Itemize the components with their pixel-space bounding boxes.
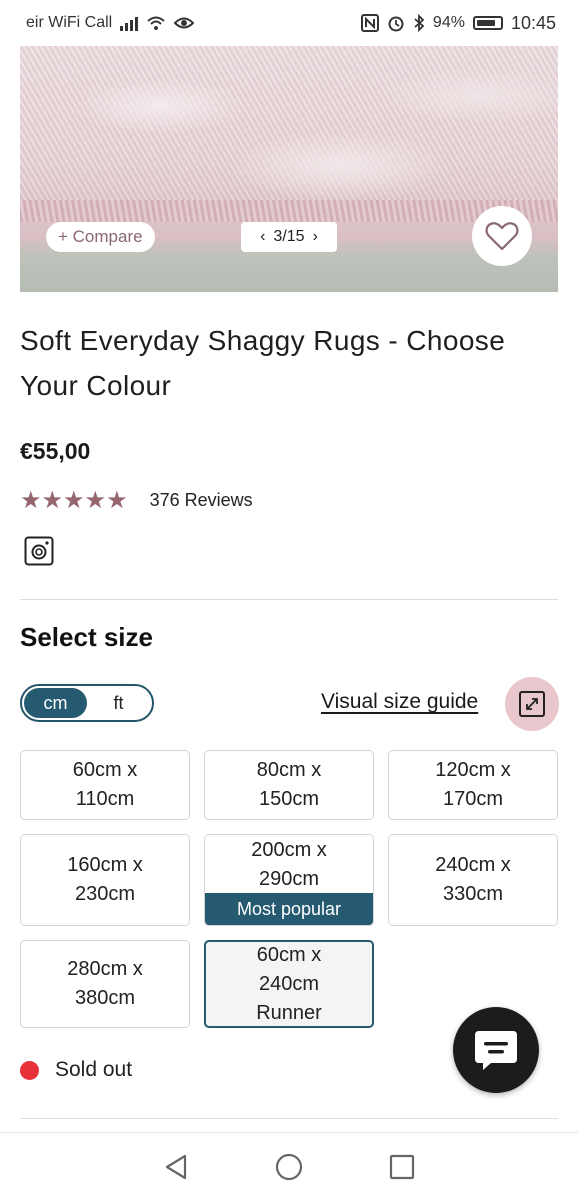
size-option-line: 290cm xyxy=(258,868,320,890)
most-popular-badge: Most popular xyxy=(205,893,373,925)
unit-ft[interactable]: ft xyxy=(87,688,150,718)
stock-status: Sold out xyxy=(20,1058,132,1082)
recents-icon xyxy=(389,1154,414,1179)
bluetooth-icon xyxy=(414,14,425,32)
divider xyxy=(20,599,558,600)
size-guide-button[interactable] xyxy=(505,677,559,731)
unit-cm[interactable]: cm xyxy=(24,688,87,718)
clock: 10:45 xyxy=(510,12,556,33)
size-option-240x330[interactable]: 240cm x 330cm xyxy=(388,834,558,926)
home-icon xyxy=(275,1153,303,1180)
system-nav-bar xyxy=(0,1132,578,1200)
status-bar: eir WiFi Call 94% 10:45 xyxy=(0,0,578,46)
size-option-80x150[interactable]: 80cm x 150cm xyxy=(204,750,374,820)
size-option-60x110[interactable]: 60cm x 110cm xyxy=(20,750,190,820)
stock-status-text: Sold out xyxy=(55,1058,133,1081)
compare-button[interactable]: + Compare xyxy=(46,222,155,252)
chat-icon xyxy=(475,1031,517,1070)
divider xyxy=(20,1118,558,1119)
image-counter: ‹ 3/15 › xyxy=(241,222,337,252)
expand-icon xyxy=(519,691,545,717)
signal-icon xyxy=(120,15,139,31)
recents-button[interactable] xyxy=(382,1147,422,1187)
product-price: €55,00 xyxy=(20,438,91,464)
eye-icon xyxy=(174,17,195,29)
heart-icon xyxy=(485,222,519,251)
size-option-line: 110cm xyxy=(75,788,135,810)
nfc-icon xyxy=(360,14,379,32)
size-option-60x240-runner[interactable]: 60cm x 240cm Runner xyxy=(204,940,374,1028)
alarm-icon xyxy=(388,16,404,32)
size-option-160x230[interactable]: 160cm x 230cm xyxy=(20,834,190,926)
rating-stars: ★★★★★ xyxy=(20,487,128,514)
unit-toggle[interactable]: cm ft xyxy=(20,684,154,722)
size-option-120x170[interactable]: 120cm x 170cm xyxy=(388,750,558,820)
size-option-line: 330cm xyxy=(442,883,504,905)
battery-icon xyxy=(472,16,503,30)
home-button[interactable] xyxy=(269,1147,309,1187)
back-button[interactable] xyxy=(156,1147,196,1187)
size-option-line: 200cm x xyxy=(251,839,327,861)
size-option-line: 170cm xyxy=(442,788,504,810)
size-option-line: 160cm x xyxy=(67,854,143,876)
size-option-line: 150cm xyxy=(258,788,320,810)
visual-size-guide-link[interactable]: Visual size guide xyxy=(321,690,478,714)
wifi-icon xyxy=(147,16,165,30)
product-title: Soft Everyday Shaggy Rugs - Choose Your … xyxy=(20,325,506,401)
size-option-200x290[interactable]: 200cm x 290cm Most popular xyxy=(204,834,374,926)
carrier-label: eir WiFi Call xyxy=(26,14,113,31)
status-left: eir WiFi Call xyxy=(26,14,195,32)
size-option-line: 60cm x xyxy=(256,943,322,966)
size-option-line: 80cm x xyxy=(256,759,322,781)
size-option-line: 230cm xyxy=(74,883,136,905)
chevron-right-icon[interactable]: › xyxy=(313,228,318,246)
image-counter-text: 3/15 xyxy=(273,228,305,245)
stock-status-dot xyxy=(20,1060,39,1080)
size-option-line: 380cm xyxy=(74,987,136,1009)
size-option-line: Runner xyxy=(256,1001,322,1024)
back-icon xyxy=(166,1154,187,1179)
size-option-line: 240cm x xyxy=(435,854,511,876)
product-image-gallery[interactable]: + Compare ‹ 3/15 › xyxy=(20,46,558,292)
battery-percent: 94% xyxy=(432,14,465,31)
wishlist-button[interactable] xyxy=(472,206,532,266)
size-option-280x380[interactable]: 280cm x 380cm xyxy=(20,940,190,1028)
size-option-line: 240cm xyxy=(258,972,320,995)
reviews-link[interactable]: 376 Reviews xyxy=(150,490,253,511)
product-image xyxy=(20,46,558,222)
size-option-line: 120cm x xyxy=(435,759,511,781)
instagram-icon[interactable] xyxy=(24,536,54,566)
size-option-line: 60cm x xyxy=(72,759,138,781)
rating-row[interactable]: ★★★★★ 376 Reviews xyxy=(20,486,253,515)
select-size-heading: Select size xyxy=(20,622,153,652)
chevron-left-icon[interactable]: ‹ xyxy=(260,228,265,246)
size-option-line: 280cm x xyxy=(67,958,143,980)
chat-button[interactable] xyxy=(453,1007,539,1093)
status-right: 94% 10:45 xyxy=(360,12,556,34)
